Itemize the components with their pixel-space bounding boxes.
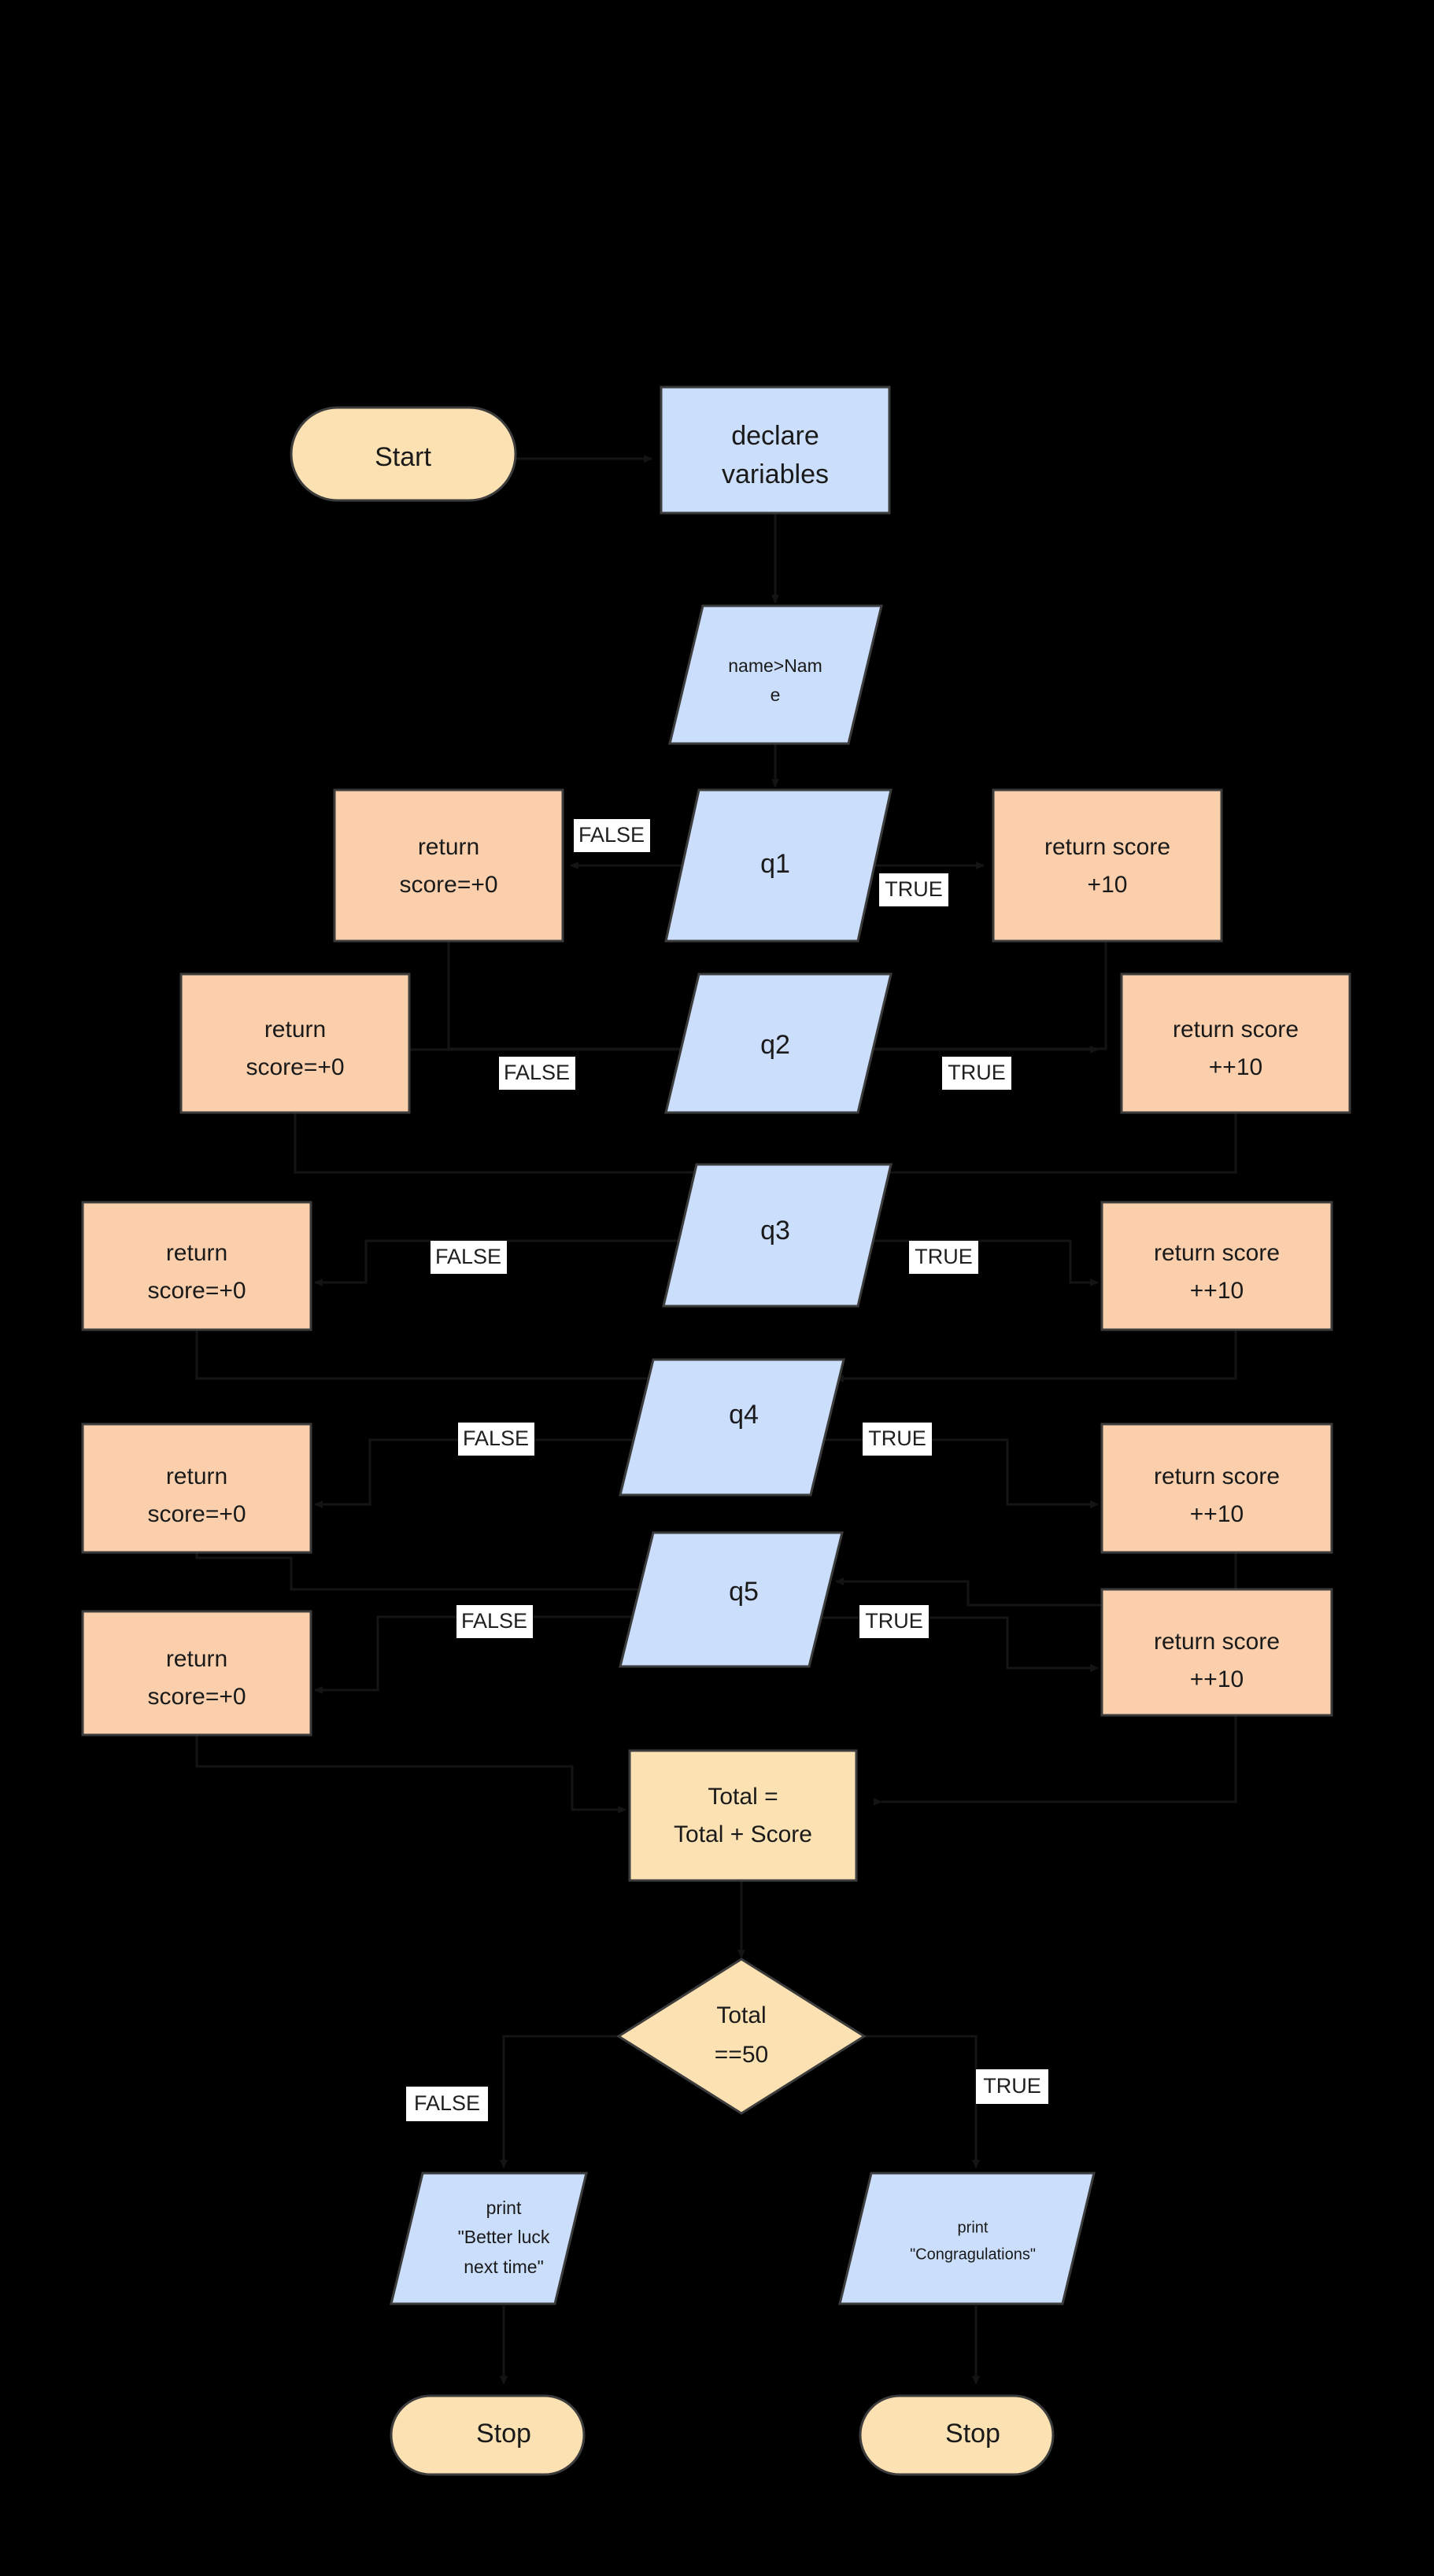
stop-right-shape xyxy=(859,2394,1055,2476)
edge-q5true-to-total xyxy=(881,1715,1237,1806)
stop-left-shape xyxy=(390,2394,586,2476)
node-q4[interactable]: q4 xyxy=(619,1358,845,1497)
q1-true-shape xyxy=(992,788,1223,943)
node-q1-true-box[interactable]: return score +10 xyxy=(992,788,1223,943)
node-q2-true-box[interactable]: return score ++10 xyxy=(1120,972,1351,1114)
edge-label-q5-true: TRUE xyxy=(859,1605,929,1638)
edge-label-q3-false: FALSE xyxy=(431,1241,507,1274)
start-shape xyxy=(290,406,517,502)
q3-shape xyxy=(662,1163,893,1308)
edge-label-q2-false-text: FALSE xyxy=(504,1061,570,1084)
node-q5[interactable]: q5 xyxy=(619,1531,844,1668)
node-q4-false-box[interactable]: return score=+0 xyxy=(81,1423,312,1554)
edge-label-q2-true: TRUE xyxy=(942,1057,1011,1090)
node-declare-variables[interactable]: declare variables xyxy=(660,386,891,515)
q2-false-shape xyxy=(179,972,411,1114)
edge-label-q5-true-text: TRUE xyxy=(865,1609,923,1633)
total-shape xyxy=(628,1749,858,1882)
flowchart-svg: Start declare variables name>Nam e retur… xyxy=(81,386,1351,2476)
q3-true-shape xyxy=(1100,1201,1333,1331)
edge-label-q1-true-text: TRUE xyxy=(885,877,943,901)
edge-q2true-to-q3 xyxy=(832,1113,1237,1176)
edge-label-q2-true-text: TRUE xyxy=(948,1061,1006,1084)
node-q5-true-box[interactable]: return score ++10 xyxy=(1100,1588,1333,1717)
edge-label-q1-false-text: FALSE xyxy=(578,823,645,847)
edge-label-q5-false-text: FALSE xyxy=(461,1609,527,1633)
edge-q5false-to-total xyxy=(195,1735,626,1814)
node-name-input[interactable]: name>Nam e xyxy=(668,604,883,745)
edge-q3true-to-q4 xyxy=(835,1330,1237,1382)
edge-label-q1-true: TRUE xyxy=(879,873,948,906)
edge-q4-true xyxy=(819,1438,1099,1508)
q1-false-shape xyxy=(333,788,564,943)
edge-decision-true xyxy=(821,2035,980,2168)
node-q3-false-box[interactable]: return score=+0 xyxy=(81,1201,312,1331)
node-print-better-luck[interactable]: print "Better luck next time" xyxy=(390,2172,588,2305)
edge-label-q5-false: FALSE xyxy=(456,1605,533,1638)
edge-label-decision-false: FALSE xyxy=(406,2087,488,2121)
edge-label-q3-true: TRUE xyxy=(909,1241,978,1274)
node-q1-false-box[interactable]: return score=+0 xyxy=(333,788,564,943)
declare-shape xyxy=(660,386,891,515)
flowchart-canvas: Start declare variables name>Nam e retur… xyxy=(0,0,1434,2576)
node-q1[interactable]: q1 xyxy=(664,788,893,943)
node-print-congragulations[interactable]: print "Congragulations" xyxy=(838,2172,1096,2305)
q2-shape xyxy=(664,972,893,1114)
print-win-shape xyxy=(838,2172,1096,2305)
node-q2[interactable]: q2 xyxy=(664,972,893,1114)
edge-label-q3-true-text: TRUE xyxy=(915,1245,973,1268)
node-stop-left[interactable]: Stop xyxy=(390,2394,586,2476)
q4-true-shape xyxy=(1100,1423,1333,1554)
edge-label-q4-false: FALSE xyxy=(458,1423,534,1456)
node-start[interactable]: Start xyxy=(290,406,517,502)
name-input-shape xyxy=(668,604,883,745)
edge-decision-false xyxy=(500,2035,661,2168)
edge-label-q3-false-text: FALSE xyxy=(435,1245,501,1268)
edge-q2false-to-q3 xyxy=(294,1113,733,1176)
edge-label-q2-false: FALSE xyxy=(499,1057,575,1090)
decision-shape xyxy=(616,1958,867,2115)
edge-label-q4-true-text: TRUE xyxy=(868,1426,926,1450)
q2-true-shape xyxy=(1120,972,1351,1114)
q5-false-shape xyxy=(81,1610,312,1736)
edge-label-q1-false: FALSE xyxy=(574,819,650,852)
edge-label-decision-false-text: FALSE xyxy=(414,2091,480,2115)
node-decision-total-equals-50[interactable]: Total ==50 xyxy=(616,1958,867,2115)
q1-shape xyxy=(664,788,893,943)
print-lose-shape xyxy=(390,2172,588,2305)
edge-label-q4-false-text: FALSE xyxy=(463,1426,529,1450)
edge-label-decision-true: TRUE xyxy=(976,2069,1048,2104)
edge-label-decision-true-text: TRUE xyxy=(983,2074,1041,2098)
node-q3[interactable]: q3 xyxy=(662,1163,893,1308)
q4-false-shape xyxy=(81,1423,312,1554)
q4-shape xyxy=(619,1358,845,1497)
edge-label-q4-true: TRUE xyxy=(863,1423,932,1456)
node-q2-false-box[interactable]: return score=+0 xyxy=(179,972,411,1114)
q3-false-shape xyxy=(81,1201,312,1331)
node-q4-true-box[interactable]: return score ++10 xyxy=(1100,1423,1333,1554)
edge-q3false-to-q4 xyxy=(195,1330,729,1382)
node-q5-false-box[interactable]: return score=+0 xyxy=(81,1610,312,1736)
node-total[interactable]: Total = Total + Score xyxy=(628,1749,858,1882)
node-stop-right[interactable]: Stop xyxy=(859,2394,1055,2476)
node-q3-true-box[interactable]: return score ++10 xyxy=(1100,1201,1333,1331)
q5-shape xyxy=(619,1531,844,1668)
q5-true-shape xyxy=(1100,1588,1333,1717)
